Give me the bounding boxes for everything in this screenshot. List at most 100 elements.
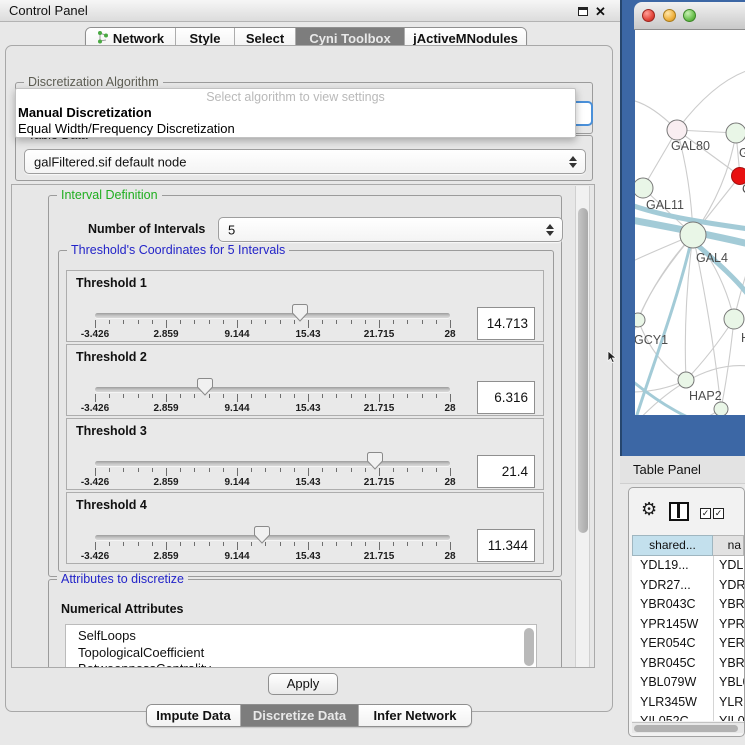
network-node[interactable]: [635, 313, 645, 327]
slider-track[interactable]: [95, 535, 450, 540]
slider-thumb[interactable]: [292, 304, 308, 322]
slider-track[interactable]: [95, 387, 450, 392]
tick-mark: [407, 468, 408, 472]
threshold-value-field[interactable]: 14.713: [477, 307, 535, 340]
checkbox-checked-icon[interactable]: [700, 508, 711, 519]
slider-thumb[interactable]: [367, 452, 383, 470]
tick-mark: [336, 468, 337, 472]
table-row[interactable]: YPR145WYPR1: [632, 615, 744, 635]
table-row[interactable]: YER054CYER0: [632, 634, 744, 654]
table-row[interactable]: YDL19...YDL1: [632, 556, 744, 576]
tick-mark: [123, 542, 124, 546]
tab-infer-network[interactable]: Infer Network: [359, 705, 471, 726]
network-edge[interactable]: [638, 235, 693, 320]
cell-shared-name: YPR145W: [640, 615, 698, 635]
number-of-intervals-combo[interactable]: 5: [218, 217, 563, 242]
scrollbar-thumb[interactable]: [634, 725, 738, 732]
tick-mark: [251, 394, 252, 398]
network-node[interactable]: [714, 402, 728, 415]
minimize-icon[interactable]: [663, 9, 676, 22]
numerical-attributes-list[interactable]: SelfLoopsTopologicalCoefficientBetweenne…: [65, 624, 537, 668]
slider-track[interactable]: [95, 461, 450, 466]
checkbox-checked-icon[interactable]: [713, 508, 724, 519]
network-node[interactable]: [680, 222, 706, 248]
tick-mark: [365, 320, 366, 324]
tick-mark: [237, 394, 238, 402]
tick-mark: [422, 394, 423, 398]
interval-definition-group: Interval Definition Number of Intervals …: [48, 195, 562, 577]
tick-mark: [166, 468, 167, 476]
tick-label: 2.859: [153, 477, 178, 488]
network-edge[interactable]: [638, 320, 686, 380]
network-node[interactable]: [724, 309, 744, 329]
zoom-icon[interactable]: [683, 9, 696, 22]
table-row[interactable]: YBL079WYBL0: [632, 673, 744, 693]
cell-name: YBR0: [719, 654, 744, 674]
tick-mark: [351, 320, 352, 324]
table-row[interactable]: YLR345WYLR3: [632, 693, 744, 713]
tab-impute-data[interactable]: Impute Data: [147, 705, 241, 726]
list-item[interactable]: TopologicalCoefficient: [66, 645, 536, 662]
close-icon[interactable]: ✕: [595, 4, 606, 20]
tick-mark: [422, 320, 423, 324]
tab-discretize-data[interactable]: Discretize Data: [241, 705, 359, 726]
table-row[interactable]: YDR27...YDR2: [632, 576, 744, 596]
cell-name: YBL0: [719, 673, 744, 693]
column-header-name[interactable]: na: [713, 535, 744, 556]
threshold-slider[interactable]: -3.4262.8599.14415.4321.71528: [67, 493, 543, 563]
dropdown-option-manual[interactable]: Manual Discretization: [18, 105, 152, 120]
tick-mark: [422, 468, 423, 472]
close-icon[interactable]: [642, 9, 655, 22]
column-header-shared-name[interactable]: shared...: [632, 535, 713, 556]
threshold-value-field[interactable]: 11.344: [477, 529, 535, 562]
tick-mark: [138, 468, 139, 472]
table-row[interactable]: YIL052CYIL0: [632, 712, 744, 721]
gear-icon[interactable]: ⚙: [641, 499, 657, 520]
network-node-label: GAL80: [671, 139, 710, 153]
tick-mark: [379, 394, 380, 402]
list-item[interactable]: SelfLoops: [66, 628, 536, 645]
cell-shared-name: YDL19...: [640, 556, 689, 576]
tab-label: Impute Data: [156, 708, 230, 723]
network-canvas[interactable]: GAL80GCGAL11GAL4GCY1HHAP2: [635, 30, 745, 415]
control-panel-title: Control Panel: [9, 3, 88, 18]
network-node[interactable]: [726, 123, 745, 143]
list-scrollbar[interactable]: [524, 628, 534, 666]
tab-label: Cyni Toolbox: [309, 31, 390, 46]
table-row[interactable]: YBR043CYBR0: [632, 595, 744, 615]
tick-mark: [308, 468, 309, 476]
network-node[interactable]: [635, 178, 653, 198]
table-row[interactable]: YBR045CYBR0: [632, 654, 744, 674]
scrollbar-thumb[interactable]: [578, 208, 588, 533]
tick-label: 9.144: [224, 477, 249, 488]
network-edge[interactable]: [721, 319, 734, 409]
thresholds-group: Threshold's Coordinates for 5 Intervals …: [58, 250, 554, 572]
threshold-value-field[interactable]: 21.4: [477, 455, 535, 488]
tick-mark: [351, 542, 352, 546]
float-icon[interactable]: [578, 7, 588, 16]
list-item[interactable]: BetweennessCentrality: [66, 661, 536, 668]
network-node[interactable]: [678, 372, 694, 388]
tick-mark: [180, 320, 181, 324]
network-node[interactable]: [667, 120, 687, 140]
tick-label: 9.144: [224, 329, 249, 340]
table-horizontal-scrollbar[interactable]: [632, 722, 744, 733]
split-columns-icon[interactable]: [669, 502, 689, 521]
tick-mark: [209, 320, 210, 324]
slider-track[interactable]: [95, 313, 450, 318]
threshold-slider[interactable]: -3.4262.8599.14415.4321.71528: [67, 345, 543, 415]
table-data-combo[interactable]: galFiltered.sif default node: [24, 149, 586, 174]
network-edge[interactable]: [677, 70, 745, 130]
tick-mark: [351, 468, 352, 472]
slider-thumb[interactable]: [197, 378, 213, 396]
attributes-group-title: Attributes to discretize: [57, 572, 188, 586]
slider-thumb[interactable]: [254, 526, 270, 544]
tick-label: 2.859: [153, 403, 178, 414]
threshold-slider[interactable]: -3.4262.8599.14415.4321.71528: [67, 271, 543, 341]
threshold-value-field[interactable]: 6.316: [477, 381, 535, 414]
apply-button[interactable]: Apply: [268, 673, 338, 695]
threshold-slider[interactable]: -3.4262.8599.14415.4321.71528: [67, 419, 543, 489]
dropdown-option-equal-width[interactable]: Equal Width/Frequency Discretization: [18, 121, 235, 136]
tick-mark: [436, 468, 437, 472]
panel-vertical-scrollbar[interactable]: [575, 186, 590, 667]
